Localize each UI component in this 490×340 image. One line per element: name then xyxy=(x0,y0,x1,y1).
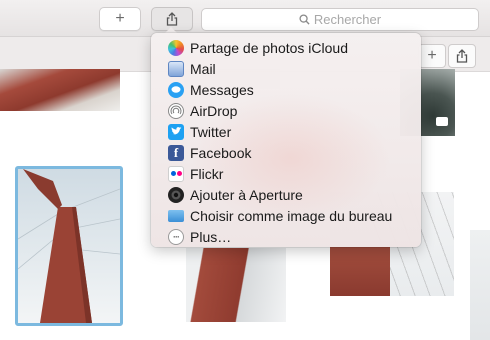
share-item-set-desktop[interactable]: Choisir comme image du bureau xyxy=(151,205,421,226)
add-button[interactable]: + xyxy=(99,7,141,31)
menu-item-label: Ajouter à Aperture xyxy=(190,186,303,203)
mail-icon xyxy=(168,60,184,77)
facebook-icon: f xyxy=(168,144,184,161)
messages-icon xyxy=(168,81,184,98)
share-popover: Partage de photos iCloud Mail Messages A… xyxy=(151,33,421,247)
search-placeholder: Rechercher xyxy=(313,12,382,27)
search-icon xyxy=(299,14,310,25)
photo-thumbnail[interactable] xyxy=(186,248,286,322)
menu-item-label: Flickr xyxy=(190,165,224,182)
toolbar: + Rechercher xyxy=(0,0,490,37)
selected-photo-thumbnail[interactable] xyxy=(15,166,123,326)
menu-item-label: Facebook xyxy=(190,144,252,161)
menu-item-label: Twitter xyxy=(190,123,232,140)
share-item-more[interactable]: ··· Plus… xyxy=(151,226,421,247)
airdrop-icon xyxy=(168,102,184,119)
share-item-messages[interactable]: Messages xyxy=(151,79,421,100)
menu-item-label: Partage de photos iCloud xyxy=(190,39,348,56)
menu-item-label: Messages xyxy=(190,81,254,98)
photo-thumbnail[interactable] xyxy=(0,69,120,111)
flickr-icon xyxy=(168,165,184,182)
share-item-mail[interactable]: Mail xyxy=(151,58,421,79)
share-item-facebook[interactable]: f Facebook xyxy=(151,142,421,163)
menu-item-label: AirDrop xyxy=(190,102,238,119)
aperture-icon xyxy=(168,186,184,203)
share-item-flickr[interactable]: Flickr xyxy=(151,163,421,184)
share-icon xyxy=(166,12,178,26)
photo-thumbnail[interactable] xyxy=(470,230,490,340)
share-menu: Partage de photos iCloud Mail Messages A… xyxy=(151,37,421,247)
share-item-icloud-photos[interactable]: Partage de photos iCloud xyxy=(151,37,421,58)
menu-item-label: Mail xyxy=(190,60,216,77)
album-add-button[interactable]: + xyxy=(418,44,446,68)
share-icon xyxy=(456,49,468,63)
search-input[interactable]: Rechercher xyxy=(201,8,479,31)
menu-item-label: Choisir comme image du bureau xyxy=(190,207,393,224)
more-icon: ··· xyxy=(168,228,184,245)
share-item-aperture[interactable]: Ajouter à Aperture xyxy=(151,184,421,205)
icloud-photos-icon xyxy=(168,39,184,56)
bridge-tower-image xyxy=(18,169,120,323)
twitter-icon xyxy=(168,123,184,140)
menu-item-label: Plus… xyxy=(190,228,232,245)
album-share-button[interactable] xyxy=(448,44,476,68)
toolbox-icon xyxy=(436,117,448,126)
share-item-twitter[interactable]: Twitter xyxy=(151,121,421,142)
share-item-airdrop[interactable]: AirDrop xyxy=(151,100,421,121)
plus-icon: + xyxy=(115,10,125,27)
desktop-folder-icon xyxy=(168,209,184,222)
plus-icon: + xyxy=(427,47,437,64)
